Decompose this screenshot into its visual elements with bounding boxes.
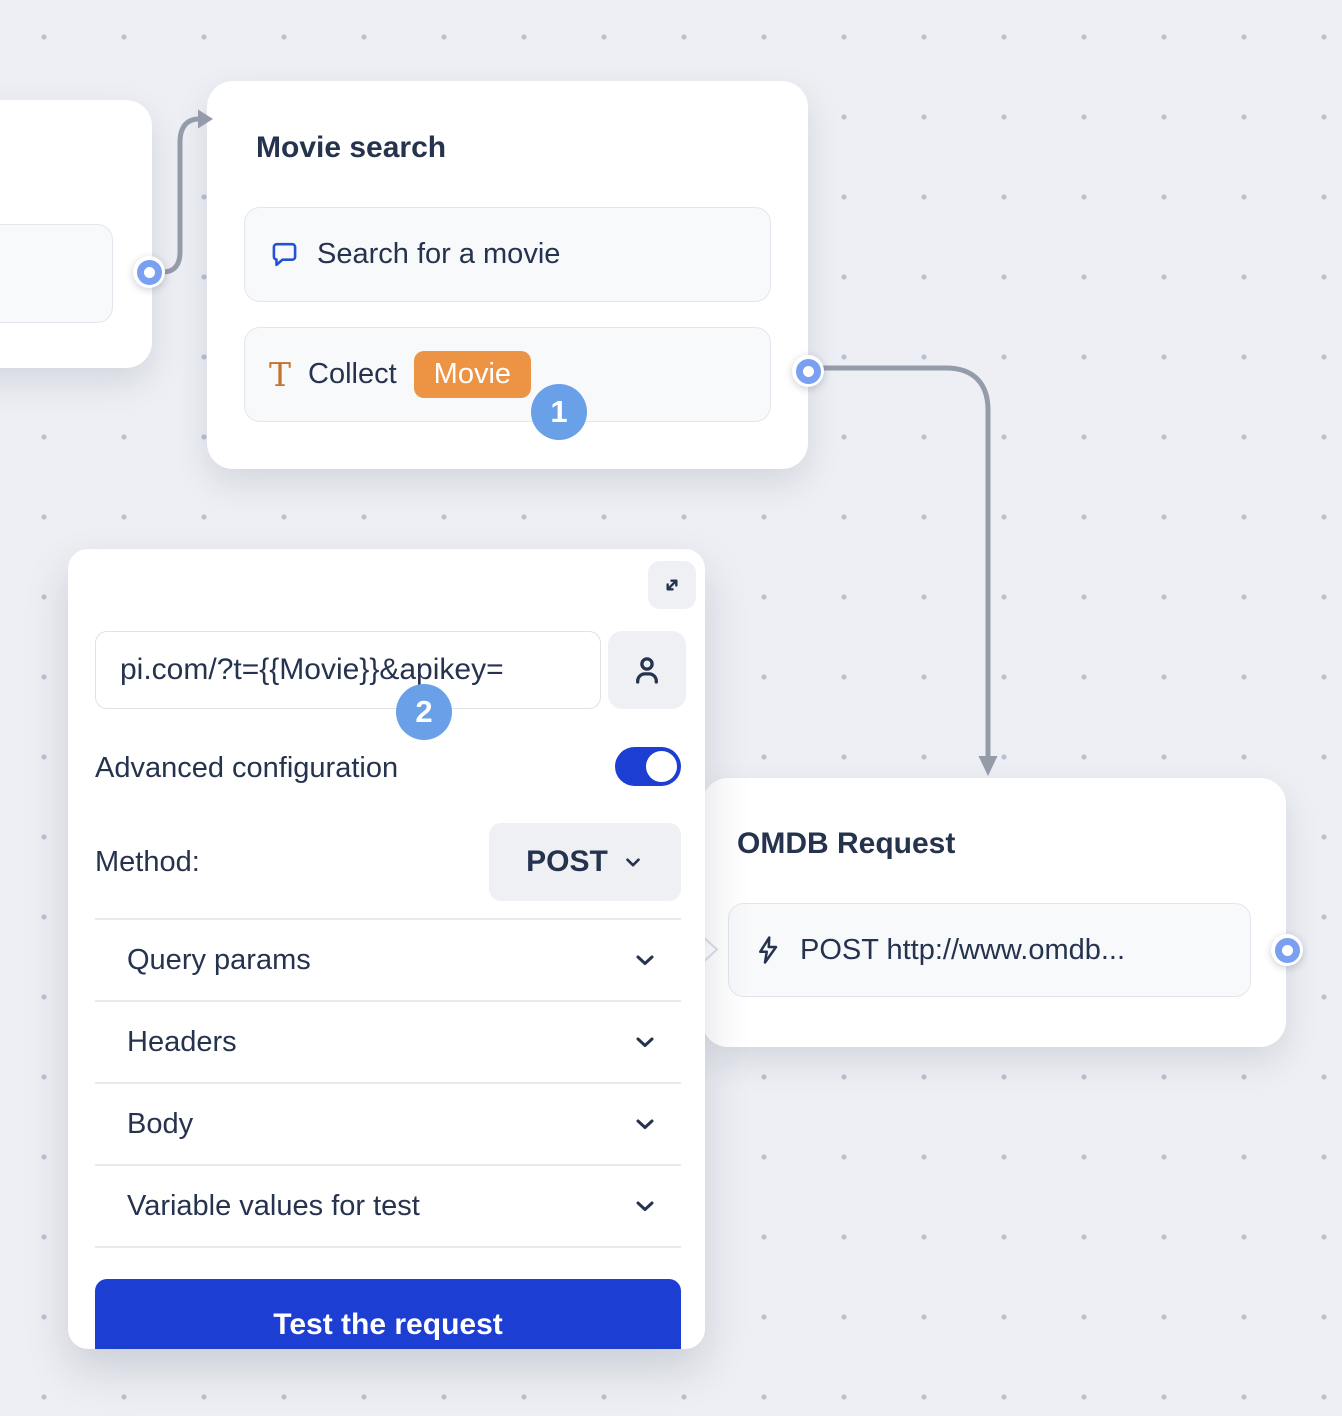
previous-node-field[interactable]: [0, 224, 113, 323]
previous-node-card[interactable]: [0, 100, 152, 368]
variable-chip[interactable]: Movie: [414, 351, 531, 398]
question-label: Search for a movie: [317, 238, 560, 271]
collect-label: Collect: [308, 358, 397, 391]
connection-port-movie-search-output[interactable]: [792, 355, 824, 387]
user-icon: [629, 652, 665, 688]
section-query-params[interactable]: Query params: [95, 920, 681, 1002]
arrowhead-down: [979, 756, 998, 776]
node-title: Movie search: [256, 126, 446, 170]
variable-insert-button[interactable]: [608, 631, 686, 709]
toggle-knob: [646, 751, 677, 782]
step-badge-2: 2: [396, 684, 452, 740]
chevron-down-icon[interactable]: [633, 1194, 657, 1218]
step-badge-1: 1: [531, 384, 587, 440]
chevron-down-icon[interactable]: [633, 948, 657, 972]
port-ring: [1275, 938, 1300, 963]
port-ring: [796, 359, 821, 384]
webhook-label: POST http://www.omdb...: [800, 934, 1125, 967]
question-block[interactable]: Search for a movie: [244, 207, 771, 302]
advanced-configuration-label: Advanced configuration: [95, 748, 398, 788]
collect-block[interactable]: T Collect Movie: [244, 327, 771, 422]
advanced-configuration-toggle[interactable]: [615, 747, 681, 786]
flow-canvas[interactable]: Movie search Search for a movie T Collec…: [0, 0, 1342, 1416]
connection-port-omdb-output[interactable]: [1271, 934, 1303, 966]
lightning-icon: [753, 935, 783, 965]
chevron-down-icon[interactable]: [633, 1030, 657, 1054]
section-label: Body: [127, 1108, 193, 1141]
chat-bubble-icon: [269, 239, 300, 270]
connector-previous-to-movie-search: [163, 119, 199, 272]
webhook-block[interactable]: POST http://www.omdb...: [728, 903, 1251, 997]
port-ring: [137, 260, 162, 285]
method-value: POST: [526, 845, 608, 879]
section-body[interactable]: Body: [95, 1084, 681, 1166]
webhook-settings-panel[interactable]: Advanced configuration Method: POST Quer…: [68, 549, 705, 1349]
section-variable-values[interactable]: Variable values for test: [95, 1166, 681, 1248]
section-label: Query params: [127, 944, 311, 977]
text-variable-icon: T: [269, 358, 291, 391]
movie-search-node[interactable]: Movie search Search for a movie T Collec…: [207, 81, 808, 469]
url-input[interactable]: [95, 631, 601, 709]
omdb-request-node[interactable]: OMDB Request POST http://www.omdb...: [702, 778, 1286, 1047]
expand-icon: [659, 572, 685, 598]
section-label: Headers: [127, 1026, 237, 1059]
test-request-button[interactable]: Test the request: [95, 1279, 681, 1349]
connection-port-previous-output[interactable]: [133, 256, 165, 288]
section-label: Variable values for test: [127, 1190, 420, 1223]
chevron-down-icon[interactable]: [633, 1112, 657, 1136]
section-headers[interactable]: Headers: [95, 1002, 681, 1084]
method-select[interactable]: POST: [489, 823, 681, 901]
chevron-down-icon: [622, 851, 644, 873]
method-label: Method:: [95, 842, 200, 882]
connector-movie-search-to-omdb: [821, 368, 988, 758]
expand-button[interactable]: [648, 561, 696, 609]
node-title: OMDB Request: [737, 822, 955, 866]
